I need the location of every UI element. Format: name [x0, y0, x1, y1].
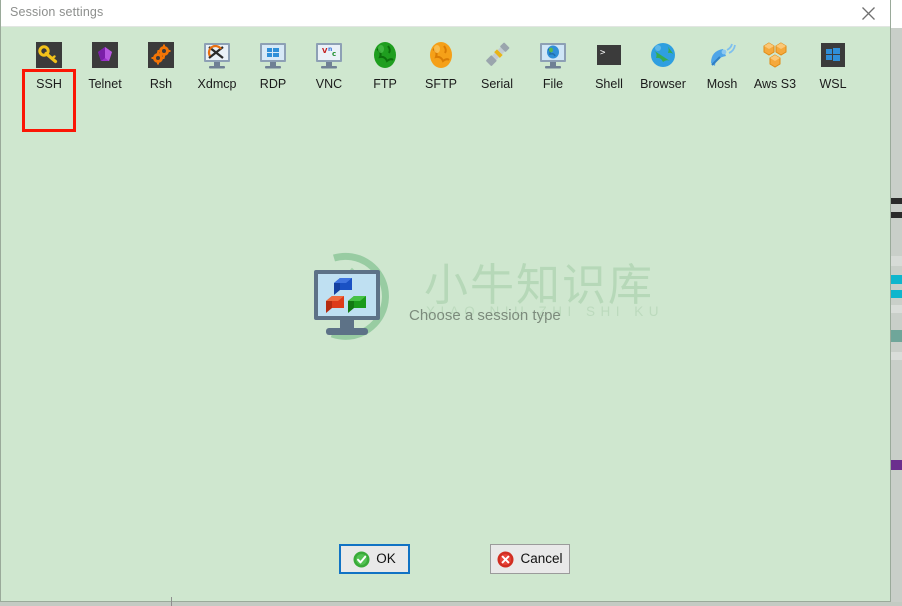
session-type-rdp[interactable]: RDP	[244, 37, 302, 99]
bottom-outside-strip	[0, 602, 902, 606]
session-type-serial[interactable]: Serial	[468, 37, 526, 99]
close-icon[interactable]	[846, 0, 890, 26]
bottom-divider-tick	[171, 597, 172, 606]
windows-logo-icon	[817, 39, 849, 71]
file-monitor-icon	[537, 39, 569, 71]
session-type-label: SFTP	[425, 77, 457, 91]
session-settings-dialog: Session settings SSH Telnet Rsh Xdmcp RD…	[0, 0, 891, 602]
vnc-monitor-icon: V n c	[313, 39, 345, 71]
title-bar: Session settings	[1, 0, 890, 27]
key-icon	[33, 39, 65, 71]
session-type-ssh[interactable]: SSH	[20, 37, 78, 99]
aws-cubes-icon	[759, 39, 791, 71]
gears-icon	[145, 39, 177, 71]
session-type-mosh[interactable]: Mosh	[693, 37, 751, 99]
watermark-chinese-text: 小牛知识库	[424, 260, 654, 311]
session-type-browser[interactable]: Browser	[634, 37, 692, 99]
ok-button[interactable]: OK	[339, 544, 410, 574]
session-type-label: WSL	[819, 77, 847, 91]
telnet-crystal-icon	[89, 39, 121, 71]
svg-text:c: c	[332, 50, 336, 58]
session-type-vnc[interactable]: V n c VNC	[300, 37, 358, 99]
session-type-label: RDP	[259, 77, 287, 91]
session-type-shell[interactable]: > Shell	[580, 37, 638, 99]
orange-globe-icon	[425, 39, 457, 71]
windows-monitor-icon	[257, 39, 289, 71]
red-x-icon	[497, 551, 514, 567]
cancel-button[interactable]: Cancel	[490, 544, 570, 574]
session-type-label: Mosh	[706, 77, 738, 91]
session-type-rsh[interactable]: Rsh	[132, 37, 190, 99]
session-type-label: Telnet	[88, 77, 122, 91]
choose-session-hint: Choose a session type	[409, 307, 561, 324]
green-globe-icon	[369, 39, 401, 71]
blue-globe-icon	[647, 39, 679, 71]
session-type-label: Xdmcp	[197, 77, 237, 91]
session-type-label: SSH	[36, 77, 62, 91]
window-title: Session settings	[10, 5, 104, 19]
watermark: 小牛知识库 XIAO NIU ZHI SHI KU	[306, 252, 659, 352]
session-type-label: Shell	[595, 77, 623, 91]
session-type-label: File	[542, 77, 564, 91]
session-type-sftp[interactable]: SFTP	[412, 37, 470, 99]
session-type-label: VNC	[315, 77, 343, 91]
session-type-label: Aws S3	[753, 77, 797, 91]
cancel-button-label: Cancel	[520, 551, 563, 566]
session-type-telnet[interactable]: Telnet	[76, 37, 134, 99]
session-type-label: Serial	[481, 77, 513, 91]
green-check-icon	[353, 551, 370, 567]
session-type-label: Rsh	[149, 77, 173, 91]
session-type-xdmcp[interactable]: Xdmcp	[188, 37, 246, 99]
session-type-file[interactable]: File	[524, 37, 582, 99]
session-type-ftp[interactable]: FTP	[356, 37, 414, 99]
svg-text:>: >	[600, 48, 606, 58]
session-type-aws-s3[interactable]: Aws S3	[746, 37, 804, 99]
dialog-footer: OK Cancel	[1, 527, 890, 600]
xdmcp-monitor-icon	[201, 39, 233, 71]
serial-plug-icon	[481, 39, 513, 71]
session-type-label: Browser	[640, 77, 686, 91]
monitor-cubes-icon	[314, 252, 389, 340]
session-type-label: FTP	[373, 77, 397, 91]
session-type-toolbar: SSH Telnet Rsh Xdmcp RDP V n c VNC FTP S…	[1, 27, 890, 132]
session-type-wsl[interactable]: WSL	[804, 37, 862, 99]
session-type-preview-area: 小牛知识库 XIAO NIU ZHI SHI KU Choose a sessi…	[1, 107, 890, 527]
satellite-dish-icon	[706, 39, 738, 71]
terminal-icon: >	[593, 39, 625, 71]
ok-button-label: OK	[376, 551, 396, 566]
